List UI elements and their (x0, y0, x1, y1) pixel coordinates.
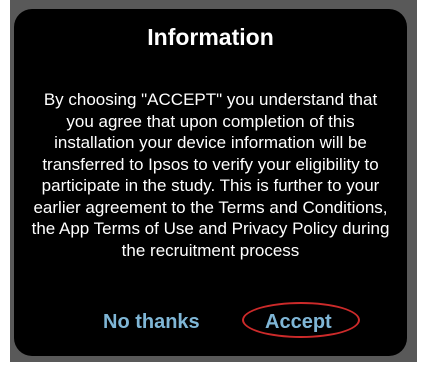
dialog-title: Information (147, 24, 274, 50)
accept-button[interactable]: Accept (265, 310, 332, 334)
screen: Information By choosing "ACCEPT" you und… (0, 0, 421, 365)
information-dialog: Information By choosing "ACCEPT" you und… (14, 9, 407, 356)
no-thanks-button[interactable]: No thanks (103, 310, 200, 334)
dialog-actions: No thanks Accept (14, 302, 407, 342)
dialog-message: By choosing "ACCEPT" you understand that… (31, 90, 390, 260)
